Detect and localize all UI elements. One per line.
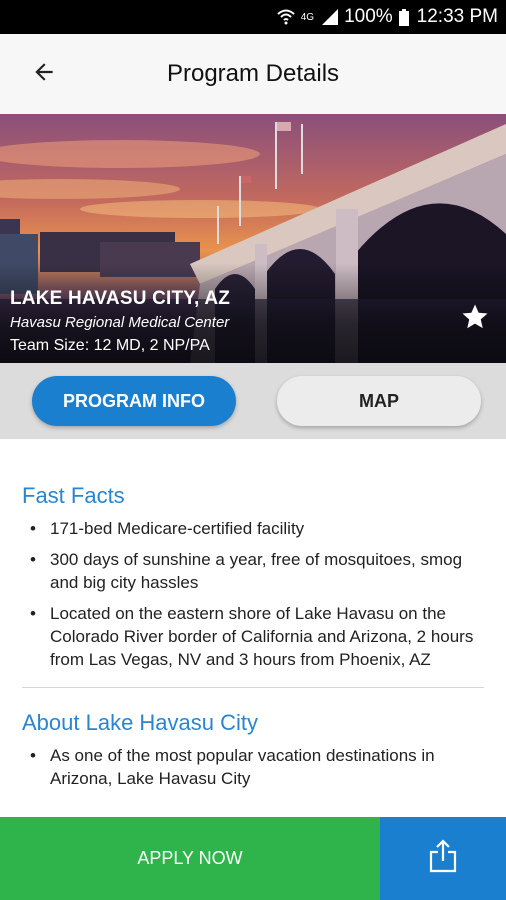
fast-facts-heading: Fast Facts (22, 483, 125, 508)
arrow-left-icon (31, 59, 57, 90)
team-size: Team Size: 12 MD, 2 NP/PA (10, 337, 210, 354)
star-icon (460, 304, 490, 336)
apply-now-button[interactable]: APPLY NOW (0, 817, 380, 900)
tab-bar: PROGRAM INFO MAP (0, 363, 506, 439)
wifi-icon (277, 9, 295, 25)
battery-level: 100% (344, 6, 393, 27)
network-type: 4G (300, 11, 315, 23)
favorite-button[interactable] (460, 302, 490, 337)
section-divider (22, 687, 484, 688)
city-name: LAKE HAVASU CITY, AZ (10, 288, 231, 309)
program-content[interactable]: Fast Facts 171-bed Medicare-certified fa… (0, 439, 506, 817)
about-heading: About Lake Havasu City (22, 710, 259, 735)
signal-icon (322, 9, 339, 25)
medical-center-name: Havasu Regional Medical Center (10, 314, 230, 331)
list-item: 171-bed Medicare-certified facility (22, 517, 484, 540)
list-item: As one of the most popular vacation dest… (22, 744, 484, 790)
fast-facts-section: Fast Facts 171-bed Medicare-certified fa… (0, 439, 506, 671)
about-list: As one of the most popular vacation dest… (22, 744, 484, 790)
share-icon (428, 839, 458, 878)
share-button[interactable] (380, 817, 506, 900)
status-bar: 4G 100% 12:33 PM (0, 0, 506, 34)
about-section: About Lake Havasu City As one of the mos… (0, 710, 506, 790)
hero-banner: LAKE HAVASU CITY, AZ Havasu Regional Med… (0, 114, 506, 363)
list-item: 300 days of sunshine a year, free of mos… (22, 548, 484, 594)
battery-icon (398, 8, 409, 26)
clock: 12:33 PM (416, 6, 498, 27)
app-bar: Program Details (0, 34, 506, 114)
bottom-action-bar: APPLY NOW (0, 817, 506, 900)
fast-facts-list: 171-bed Medicare-certified facility 300 … (22, 517, 484, 671)
tab-program-info[interactable]: PROGRAM INFO (32, 376, 236, 426)
list-item: Located on the eastern shore of Lake Hav… (22, 602, 484, 671)
back-button[interactable] (16, 46, 72, 102)
tab-map[interactable]: MAP (277, 376, 481, 426)
page-title: Program Details (166, 60, 340, 87)
